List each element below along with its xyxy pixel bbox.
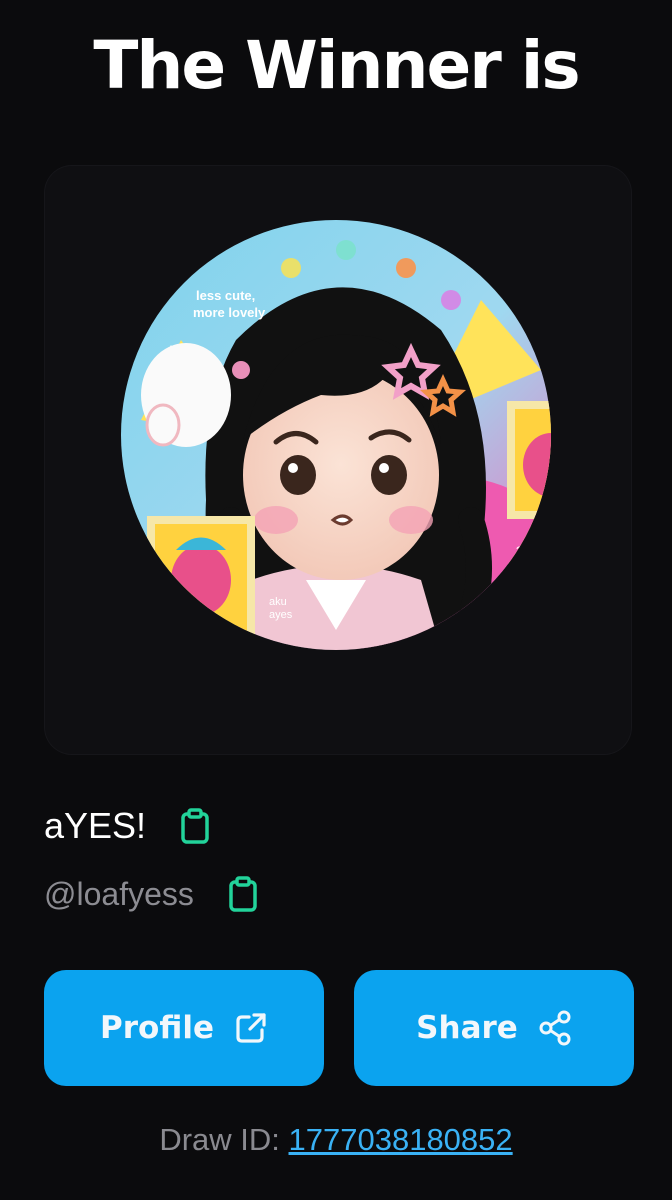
share-button-label: Share <box>416 1010 518 1046</box>
art-text-2: more lovely <box>193 305 266 320</box>
avatar-card: less cute, more lovely ??! aku ayes <box>44 165 632 755</box>
share-button[interactable]: Share <box>354 970 634 1086</box>
copy-name-button[interactable] <box>178 806 212 846</box>
winner-page: The Winner is less cute, more lovely ??!… <box>0 0 672 1200</box>
winner-handle: @loafyess <box>44 875 194 912</box>
winner-name-row: aYES! <box>44 800 212 852</box>
draw-id-label: Draw ID: <box>159 1122 289 1157</box>
draw-id-link[interactable]: 1777038180852 <box>289 1122 513 1157</box>
art-text-4: aku <box>269 596 287 608</box>
external-link-icon <box>234 1011 268 1045</box>
profile-button-label: Profile <box>100 1010 214 1046</box>
copy-handle-button[interactable] <box>226 874 260 914</box>
share-nodes-icon <box>538 1010 572 1046</box>
clipboard-icon <box>229 876 257 912</box>
draw-id-row: Draw ID: 1777038180852 <box>0 1122 672 1158</box>
clipboard-icon <box>181 808 209 844</box>
art-text-5: ayes <box>269 609 293 621</box>
avatar-illustration: less cute, more lovely ??! aku ayes <box>121 220 551 650</box>
art-text-1: less cute, <box>196 288 255 303</box>
winner-display-name: aYES! <box>44 805 147 846</box>
winner-avatar[interactable]: less cute, more lovely ??! aku ayes <box>121 220 551 650</box>
winner-handle-row: @loafyess <box>44 868 260 920</box>
page-title: The Winner is <box>93 27 580 104</box>
art-text-3: ??! <box>516 544 533 558</box>
profile-button[interactable]: Profile <box>44 970 324 1086</box>
